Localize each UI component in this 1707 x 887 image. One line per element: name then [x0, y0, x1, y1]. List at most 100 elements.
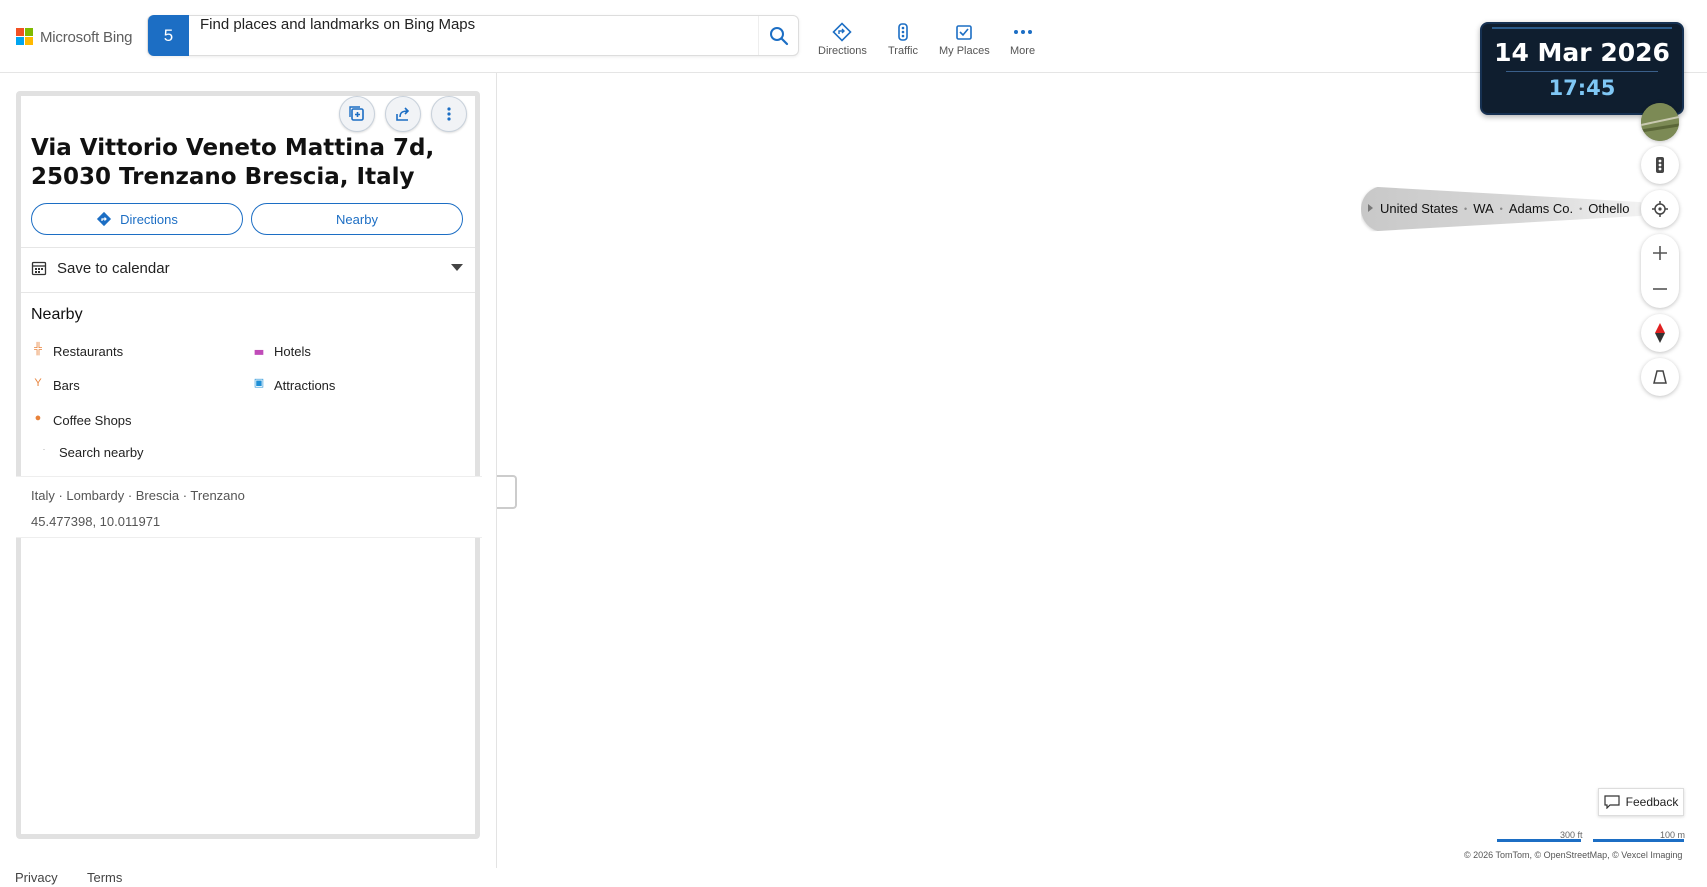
restaurant-icon: ╬ — [34, 342, 42, 355]
nav-my-places[interactable]: My Places — [939, 22, 990, 57]
widget-date: 14 Mar 2026 — [1494, 38, 1670, 67]
nearby-item-label: Bars — [53, 378, 80, 393]
tilt-icon — [1653, 370, 1667, 384]
breadcrumb-item[interactable]: Adams Co. — [1509, 201, 1573, 216]
breadcrumb-separator: • — [1579, 203, 1583, 214]
aerial-thumbnail-icon — [1641, 103, 1679, 141]
nav-traffic[interactable]: Traffic — [888, 22, 918, 57]
nav-my-places-label: My Places — [939, 45, 990, 57]
search-input[interactable]: Find places and landmarks on Bing Maps — [200, 16, 475, 33]
location-panel: Via Vittorio Veneto Mattina 7d, 25030 Tr… — [16, 91, 482, 839]
directions-label: Directions — [120, 211, 178, 227]
breadcrumb-expand-icon[interactable] — [1368, 204, 1373, 212]
search-nearby-label: Search nearby — [59, 445, 144, 460]
coordinates: 45.477398, 10.011971 — [31, 514, 161, 529]
compass-button[interactable] — [1641, 314, 1679, 352]
more-icon — [1013, 30, 1032, 34]
search-icon — [769, 26, 788, 45]
search-badge: 5 — [148, 15, 189, 56]
chevron-down-icon[interactable] — [451, 264, 463, 271]
breadcrumb-separator: • — [1499, 203, 1503, 214]
search-nearby-icon: · — [43, 446, 45, 453]
directions-button[interactable]: Directions — [31, 203, 243, 235]
nearby-attractions[interactable]: ▣ Attractions — [252, 377, 336, 393]
nav-traffic-label: Traffic — [888, 45, 918, 57]
zoom-in-button[interactable] — [1641, 235, 1679, 271]
my-places-icon — [956, 25, 973, 40]
save-button[interactable] — [339, 96, 375, 132]
vertical-dots-icon — [447, 107, 451, 121]
nearby-restaurants[interactable]: ╬ Restaurants — [31, 342, 124, 360]
privacy-link[interactable]: Privacy — [15, 870, 58, 885]
map-style-button[interactable] — [1641, 103, 1679, 141]
place-title: Via Vittorio Veneto Mattina 7d, 25030 Tr… — [31, 135, 435, 190]
directions-icon — [97, 211, 112, 227]
panel-map-divider — [496, 73, 497, 868]
chat-icon — [1604, 795, 1620, 809]
feedback-button[interactable]: Feedback — [1598, 788, 1684, 816]
nearby-item-label: Attractions — [274, 378, 336, 393]
nearby-coffee-shops[interactable]: ● Coffee Shops — [31, 411, 132, 429]
nearby-item-label: Hotels — [274, 344, 311, 359]
zoom-out-button[interactable] — [1641, 271, 1679, 307]
bing-logo[interactable]: Microsoft Bing — [16, 28, 132, 46]
widget-top-bar — [1492, 27, 1672, 29]
nav-directions-label: Directions — [818, 45, 867, 57]
tilt-button[interactable] — [1641, 358, 1679, 396]
datetime-widget: 14 Mar 2026 17:45 — [1480, 22, 1684, 115]
widget-separator — [1506, 71, 1658, 72]
scale-bar-m — [1593, 839, 1684, 842]
logo-text: Microsoft Bing — [40, 28, 133, 46]
coffee-icon: ● — [34, 411, 42, 424]
search-nearby[interactable]: · Search nearby — [37, 445, 144, 460]
search-button[interactable] — [758, 16, 798, 55]
nearby-bars[interactable]: Y Bars — [31, 376, 80, 394]
breadcrumb-item[interactable]: WA — [1473, 201, 1493, 216]
traffic-icon — [898, 23, 908, 41]
bar-icon: Y — [34, 376, 42, 389]
compass-icon — [1655, 323, 1665, 343]
terms-link[interactable]: Terms — [87, 870, 122, 885]
panel-actions — [339, 96, 467, 132]
nearby-button-label: Nearby — [336, 211, 378, 227]
nearby-hotels[interactable]: ▃ Hotels — [252, 343, 311, 359]
nav-more-label: More — [1010, 45, 1036, 57]
nearby-heading: Nearby — [31, 306, 83, 323]
breadcrumb-item[interactable]: United States — [1380, 201, 1458, 216]
widget-time: 17:45 — [1548, 76, 1616, 100]
map-breadcrumb: United States • WA • Adams Co. • Othello — [1380, 201, 1630, 216]
save-to-calendar[interactable]: Save to calendar — [31, 256, 465, 280]
divider — [21, 247, 475, 248]
add-collection-icon — [349, 106, 364, 121]
nav-directions[interactable]: Directions — [818, 22, 867, 57]
nearby-item-label: Restaurants — [53, 344, 124, 359]
search-box[interactable]: 5 Find places and landmarks on Bing Maps — [147, 15, 799, 56]
directions-icon — [832, 22, 853, 42]
collapse-panel-handle[interactable] — [497, 475, 517, 509]
share-button[interactable] — [385, 96, 421, 132]
locate-icon — [1652, 201, 1668, 217]
zoom-controls — [1641, 234, 1679, 308]
minus-icon — [1653, 288, 1667, 290]
breadcrumb-separator: • — [1464, 203, 1468, 214]
attraction-icon: ▣ — [253, 377, 265, 389]
calendar-icon — [31, 261, 47, 276]
more-options-button[interactable] — [431, 96, 467, 132]
share-icon — [396, 107, 410, 121]
location-details: Italy · Lombardy · Brescia · Trenzano 45… — [16, 476, 482, 538]
plus-icon — [1653, 246, 1667, 260]
traffic-toggle-button[interactable] — [1641, 146, 1679, 184]
breadcrumb-item[interactable]: Othello — [1588, 201, 1629, 216]
locate-me-button[interactable] — [1641, 190, 1679, 228]
top-header: Microsoft Bing 5 Find places and landmar… — [0, 0, 1707, 73]
hotel-icon: ▃ — [254, 343, 264, 355]
map-copyright: © 2026 TomTom, © OpenStreetMap, © Vexcel… — [1464, 850, 1683, 860]
divider — [21, 292, 475, 293]
nearby-button[interactable]: Nearby — [251, 203, 463, 235]
nearby-item-label: Coffee Shops — [53, 413, 132, 428]
microsoft-logo-icon — [16, 28, 34, 46]
traffic-icon — [1656, 157, 1664, 173]
nav-more[interactable]: More — [1010, 22, 1035, 57]
calendar-label: Save to calendar — [57, 259, 170, 277]
location-hierarchy: Italy · Lombardy · Brescia · Trenzano — [31, 488, 245, 503]
